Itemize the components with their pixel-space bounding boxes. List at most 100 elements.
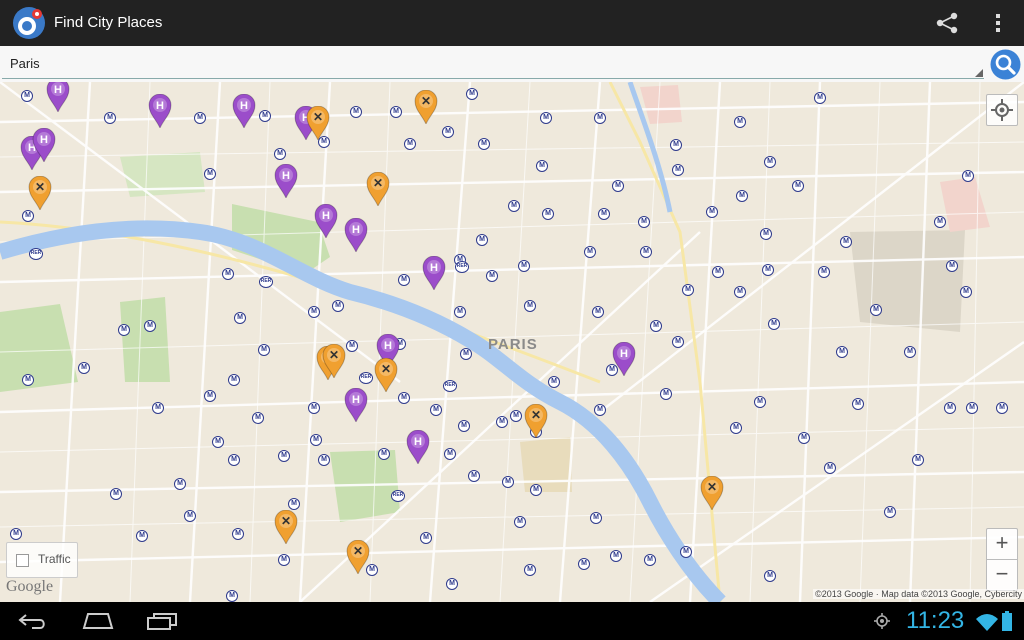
metro-station-icon: M	[966, 402, 978, 414]
metro-station-icon: M	[274, 148, 286, 160]
svg-text:H: H	[430, 262, 438, 274]
hotel-pin-icon[interactable]: H	[274, 164, 298, 198]
search-input[interactable]	[2, 49, 984, 79]
metro-station-icon: M	[136, 530, 148, 542]
svg-text:H: H	[54, 84, 62, 96]
restaurant-pin-icon[interactable]: ✕	[374, 358, 398, 392]
metro-station-icon: M	[524, 564, 536, 576]
metro-station-icon: M	[764, 156, 776, 168]
restaurant-pin-icon[interactable]: ✕	[700, 476, 724, 510]
metro-station-icon: M	[420, 532, 432, 544]
map-view[interactable]: PARIS M M M M M M M M M M M M M M M M M M M M M M M M M M M M M M M M M M…	[0, 82, 1024, 602]
metro-station-icon: M	[736, 190, 748, 202]
rer-station-icon: RER	[443, 380, 457, 392]
metro-station-icon: M	[496, 416, 508, 428]
restaurant-pin-icon[interactable]: ✕	[414, 90, 438, 124]
input-corner-icon	[975, 69, 983, 77]
metro-station-icon: M	[670, 139, 682, 151]
search-icon[interactable]	[990, 49, 1021, 80]
svg-text:✕: ✕	[35, 180, 45, 194]
metro-station-icon: M	[10, 528, 22, 540]
google-logo: Google	[6, 578, 54, 595]
traffic-toggle[interactable]: Traffic	[6, 542, 78, 578]
restaurant-pin-icon[interactable]: ✕	[346, 540, 370, 574]
restaurant-pin-icon[interactable]: ✕	[28, 176, 52, 210]
hotel-pin-icon[interactable]: H	[232, 94, 256, 128]
metro-station-icon: M	[204, 168, 216, 180]
svg-text:✕: ✕	[373, 176, 383, 190]
metro-station-icon: M	[226, 590, 238, 602]
metro-station-icon: M	[204, 390, 216, 402]
metro-station-icon: M	[476, 234, 488, 246]
metro-station-icon: M	[836, 346, 848, 358]
restaurant-pin-icon[interactable]: ✕	[322, 344, 346, 378]
hotel-pin-icon[interactable]: H	[148, 94, 172, 128]
metro-station-icon: M	[466, 88, 478, 100]
metro-station-icon: M	[672, 164, 684, 176]
metro-station-icon: M	[454, 306, 466, 318]
app-logo-icon[interactable]	[12, 6, 46, 40]
restaurant-pin-icon[interactable]: ✕	[366, 172, 390, 206]
metro-station-icon: M	[768, 318, 780, 330]
back-icon[interactable]	[18, 612, 48, 630]
svg-text:✕: ✕	[531, 408, 541, 422]
overflow-menu-icon[interactable]	[989, 11, 1007, 35]
svg-text:H: H	[414, 436, 422, 448]
metro-station-icon: M	[398, 274, 410, 286]
metro-station-icon: M	[398, 392, 410, 404]
metro-station-icon: M	[502, 476, 514, 488]
map-attribution[interactable]: ©2013 Google · Map data ©2013 Google, Cy…	[813, 589, 1024, 599]
svg-text:H: H	[282, 170, 290, 182]
system-nav-bar: 11:23	[0, 602, 1024, 640]
metro-station-icon: M	[536, 160, 548, 172]
wifi-icon	[976, 614, 998, 631]
metro-station-icon: M	[460, 348, 472, 360]
hotel-pin-icon[interactable]: H	[612, 342, 636, 376]
metro-station-icon: M	[310, 434, 322, 446]
metro-station-icon: M	[22, 210, 34, 222]
svg-text:✕: ✕	[421, 94, 431, 108]
restaurant-pin-icon[interactable]: ✕	[274, 510, 298, 544]
metro-station-icon: M	[912, 454, 924, 466]
svg-text:H: H	[240, 100, 248, 112]
zoom-in-button[interactable]: +	[986, 528, 1018, 560]
metro-station-icon: M	[378, 448, 390, 460]
metro-station-icon: M	[332, 300, 344, 312]
metro-station-icon: M	[390, 106, 402, 118]
home-icon[interactable]	[82, 610, 114, 630]
metro-station-icon: M	[110, 488, 122, 500]
hotel-pin-icon[interactable]: H	[344, 218, 368, 252]
my-location-button[interactable]	[986, 94, 1018, 126]
metro-station-icon: M	[118, 324, 130, 336]
metro-station-icon: M	[592, 306, 604, 318]
metro-station-icon: M	[734, 116, 746, 128]
zoom-out-button[interactable]: −	[986, 559, 1018, 591]
hotel-pin-icon[interactable]: H	[46, 82, 70, 112]
restaurant-pin-icon[interactable]: ✕	[524, 404, 548, 438]
metro-station-icon: M	[730, 422, 742, 434]
rer-station-icon: RER	[359, 372, 373, 384]
svg-text:✕: ✕	[329, 348, 339, 362]
svg-text:H: H	[322, 210, 330, 222]
action-bar: Find City Places	[0, 0, 1024, 46]
metro-station-icon: M	[508, 200, 520, 212]
metro-station-icon: M	[706, 206, 718, 218]
share-icon[interactable]	[934, 11, 960, 35]
metro-station-icon: M	[212, 436, 224, 448]
metro-station-icon: M	[518, 260, 530, 272]
metro-station-icon: M	[640, 246, 652, 258]
hotel-pin-icon[interactable]: H	[32, 128, 56, 162]
hotel-pin-icon[interactable]: H	[314, 204, 338, 238]
hotel-pin-icon[interactable]: H	[406, 430, 430, 464]
traffic-label: Traffic	[38, 552, 71, 566]
metro-station-icon: M	[228, 454, 240, 466]
hotel-pin-icon[interactable]: H	[344, 388, 368, 422]
metro-station-icon: M	[594, 404, 606, 416]
metro-station-icon: M	[308, 402, 320, 414]
hotel-pin-icon[interactable]: H	[422, 256, 446, 290]
recent-apps-icon[interactable]	[146, 612, 178, 630]
metro-station-icon: M	[610, 550, 622, 562]
traffic-checkbox[interactable]	[16, 554, 29, 567]
restaurant-pin-icon[interactable]: ✕	[306, 106, 330, 140]
metro-station-icon: M	[184, 510, 196, 522]
